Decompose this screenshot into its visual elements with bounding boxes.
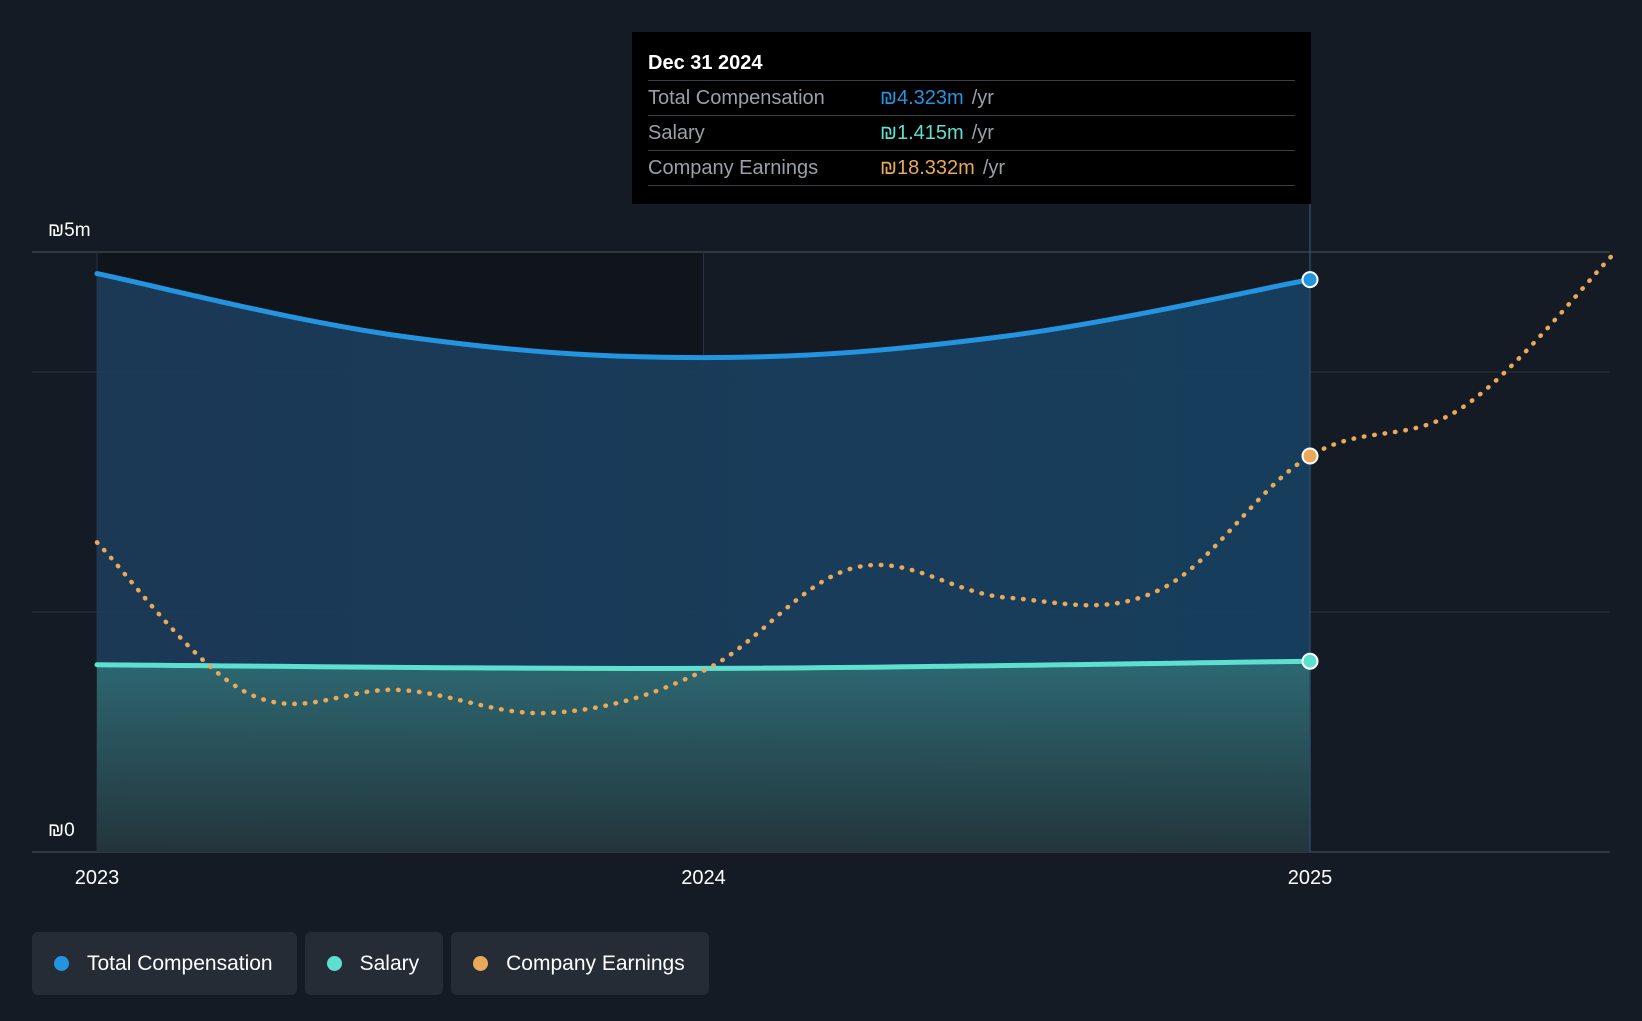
legend-label: Total Compensation <box>87 951 273 975</box>
legend-item-total-compensation[interactable]: Total Compensation <box>32 932 297 995</box>
tooltip-value: ₪1.415m <box>880 121 964 144</box>
legend-label: Company Earnings <box>506 951 685 975</box>
chart-root: ₪5m ₪0 2023 2024 2025 Dec 31 2024 Total Comp… <box>0 0 1642 1016</box>
legend-dot-icon <box>54 956 69 971</box>
x-tick-label: 2023 <box>75 867 120 889</box>
tooltip-label: Salary <box>648 121 705 144</box>
y-axis-label-min: ₪0 <box>48 820 75 841</box>
x-tick-label: 2025 <box>1288 867 1333 889</box>
legend-dot-icon <box>473 956 489 971</box>
tooltip-label: Company Earnings <box>648 156 819 179</box>
tooltip-value: ₪18.332m <box>880 156 975 179</box>
tooltip-row-salary: Salary ₪1.415m /yr <box>648 116 1295 151</box>
y-axis-label-max: ₪5m <box>48 220 91 241</box>
x-tick-label: 2024 <box>681 867 726 889</box>
tooltip-value: ₪4.323m <box>880 86 964 109</box>
salary-area <box>97 661 1310 852</box>
legend-item-salary[interactable]: Salary <box>304 932 444 995</box>
tooltip-unit: /yr <box>971 121 994 144</box>
tooltip-unit: /yr <box>982 156 1006 179</box>
tooltip-unit: /yr <box>971 86 994 109</box>
salary-marker <box>1301 652 1319 670</box>
legend-item-company-earnings[interactable]: Company Earnings <box>451 932 709 995</box>
tooltip-date: Dec 31 2024 <box>648 46 1295 81</box>
chart-tooltip: Dec 31 2024 Total Compensation ₪4.323m /… <box>632 32 1311 204</box>
tooltip-label: Total Compensation <box>648 86 825 109</box>
total-compensation-marker <box>1301 271 1319 289</box>
chart-legend: Total Compensation Salary Company Earnin… <box>32 932 709 995</box>
tooltip-row-total-compensation: Total Compensation ₪4.323m /yr <box>648 81 1295 116</box>
legend-dot-icon <box>326 956 342 971</box>
company-earnings-marker <box>1301 447 1319 465</box>
legend-label: Salary <box>359 951 420 975</box>
tooltip-row-company-earnings: Company Earnings ₪18.332m /yr <box>648 151 1295 186</box>
